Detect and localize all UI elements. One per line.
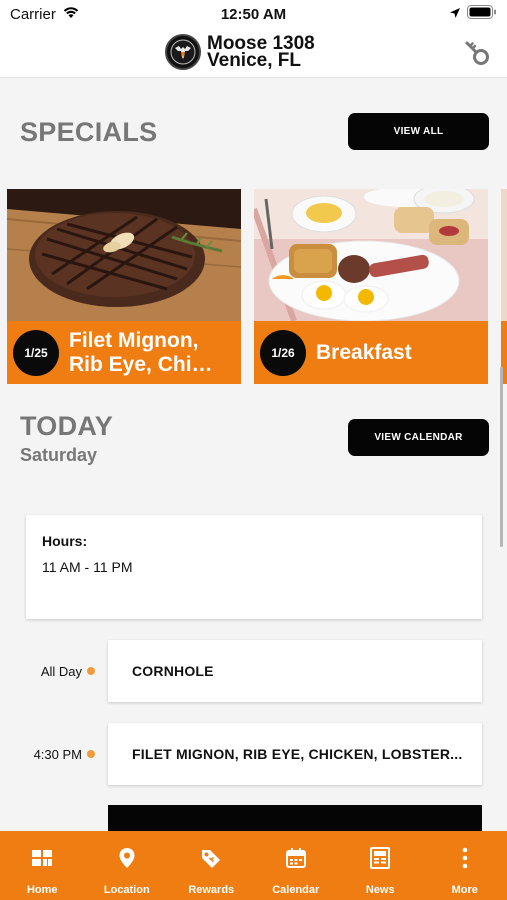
date-badge: 1/26 <box>260 329 306 376</box>
event-dot <box>87 667 95 675</box>
status-left: Carrier <box>10 5 80 23</box>
carrier-label: Carrier <box>10 5 56 23</box>
special-card[interactable]: 1/25 Filet Mignon, Rib Eye, Chi… <box>7 189 241 384</box>
scrollbar[interactable] <box>500 367 503 547</box>
event-card[interactable]: CORNHOLE <box>108 640 482 702</box>
event-time: All Day <box>40 664 82 679</box>
event-card[interactable]: FILET MIGNON, RIB EYE, CHICKEN, LOBSTER.… <box>108 723 482 785</box>
hours-value: 11 AM - 11 PM <box>42 559 133 575</box>
app-header: Moose 1308 Venice, FL <box>0 28 507 78</box>
tab-calendar[interactable]: Calendar <box>254 831 339 900</box>
today-day: Saturday <box>20 445 98 465</box>
tab-more[interactable]: More <box>423 831 507 900</box>
battery-icon <box>467 5 497 23</box>
special-card[interactable]: 1/26 Breakfast <box>254 189 488 384</box>
date-badge: 1/25 <box>13 329 59 376</box>
event-card-partial[interactable] <box>108 805 482 831</box>
tab-label: News <box>365 884 395 896</box>
tab-label: More <box>451 884 478 896</box>
event-dot <box>87 750 95 758</box>
moose-logo-icon <box>165 34 201 70</box>
hours-label: Hours: <box>42 533 88 549</box>
special-title: Breakfast <box>316 340 412 364</box>
home-grid-icon <box>30 846 54 875</box>
event-time: 4:30 PM <box>33 747 82 762</box>
special-card-footer: 1/25 Filet Mignon, Rib Eye, Chi… <box>7 321 241 384</box>
tab-rewards[interactable]: Rewards <box>169 831 254 900</box>
specials-title: SPECIALS <box>20 117 158 147</box>
tab-label: Calendar <box>272 884 320 896</box>
breakfast-image <box>254 189 488 323</box>
brand: Moose 1308 Venice, FL <box>165 34 315 70</box>
tab-bar: Home Location Rewards Calendar News More <box>0 831 507 900</box>
tab-label: Rewards <box>188 884 235 896</box>
tab-home[interactable]: Home <box>0 831 85 900</box>
tab-location[interactable]: Location <box>85 831 170 900</box>
today-title: TODAY <box>20 411 114 441</box>
special-title: Filet Mignon, Rib Eye, Chi… <box>69 328 213 376</box>
tab-label: Home <box>26 884 58 896</box>
steak-image <box>7 189 241 321</box>
tab-news[interactable]: News <box>338 831 423 900</box>
view-all-button[interactable]: VIEW ALL <box>348 113 489 150</box>
special-card-footer: 1/26 Breakfast <box>254 321 488 384</box>
brand-subtitle: Venice, FL <box>207 50 301 71</box>
status-right <box>449 5 497 23</box>
main-content[interactable]: SPECIALS VIEW ALL 1/25 Filet Mignon, Rib… <box>0 79 507 831</box>
view-calendar-button[interactable]: VIEW CALENDAR <box>348 419 489 456</box>
wifi-icon <box>62 5 80 23</box>
hours-card: Hours: 11 AM - 11 PM <box>26 515 482 619</box>
newspaper-icon <box>368 846 392 875</box>
location-arrow-icon <box>449 6 461 23</box>
key-icon[interactable] <box>463 40 491 68</box>
special-card-peek <box>501 189 507 384</box>
more-dots-icon <box>453 846 477 875</box>
calendar-icon <box>284 846 308 875</box>
map-pin-icon <box>115 846 139 875</box>
tag-icon <box>199 846 223 875</box>
status-bar: Carrier 12:50 AM <box>0 0 507 28</box>
tab-label: Location <box>103 884 150 896</box>
